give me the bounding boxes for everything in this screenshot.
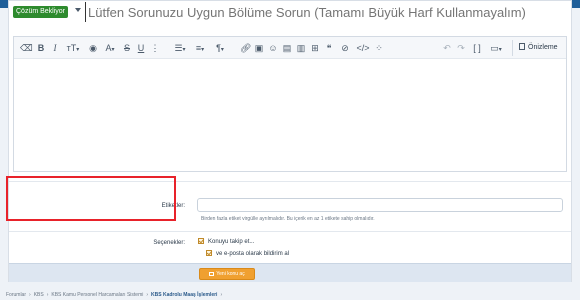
tags-input[interactable] — [197, 198, 563, 212]
edit-icon — [209, 272, 215, 276]
more-icon[interactable]: ⁘ — [374, 42, 384, 54]
breadcrumb-item[interactable]: KBS — [34, 292, 44, 298]
breadcrumb-separator: › — [146, 292, 149, 298]
font-icon[interactable]: A▾ — [102, 42, 118, 54]
align-icon[interactable]: ≡▾ — [192, 42, 208, 54]
email-label: ve e-posta olarak bildirim al — [216, 251, 290, 257]
image-icon[interactable]: ▣ — [254, 42, 264, 54]
bold-icon[interactable]: B — [36, 42, 46, 54]
media-icon[interactable]: ▤ — [282, 42, 292, 54]
editor-content-area[interactable] — [14, 60, 566, 171]
thread-title-input[interactable] — [85, 2, 569, 22]
italic-icon[interactable]: I — [50, 42, 60, 54]
table-icon[interactable]: ⊞ — [310, 42, 320, 54]
watch-thread-option[interactable]: Konuyu takip et... — [198, 238, 254, 245]
drafts-icon[interactable]: ▭▾ — [488, 42, 504, 54]
rich-text-editor: ⌫ B I тT▾ ◉ A▾ S U ⋮ ☰▾ ≡▾ ¶▾ 🔗︎ ▣ ☺ ▤ ▥… — [13, 36, 567, 172]
bbcode-icon[interactable]: [ ] — [472, 42, 482, 54]
new-thread-form: Çözüm Bekliyor ⌫ B I тT▾ ◉ A▾ S U ⋮ ☰▾ ≡… — [8, 0, 572, 282]
paragraph-icon[interactable]: ¶▾ — [212, 42, 228, 54]
preview-button[interactable]: Önizleme — [512, 40, 562, 56]
code-icon[interactable]: </> — [356, 42, 370, 54]
smilie-icon[interactable]: ☺ — [268, 42, 278, 54]
link-icon[interactable]: 🔗︎ — [240, 42, 251, 54]
highlight-box — [6, 176, 176, 221]
underline-icon[interactable]: U — [136, 42, 146, 54]
prefix-badge[interactable]: Çözüm Bekliyor — [13, 6, 69, 18]
palette-icon[interactable]: ◉ — [88, 42, 98, 54]
options-label: Seçenekler: — [153, 240, 185, 246]
preview-label: Önizleme — [528, 44, 558, 51]
breadcrumb-separator: › — [29, 292, 31, 298]
title-row: Çözüm Bekliyor — [9, 1, 571, 25]
eraser-icon[interactable]: ⌫ — [20, 42, 33, 54]
submit-label: Yeni konu aç — [216, 271, 245, 277]
breadcrumb: Forumlar › KBS › KBS Kamu Personel Harcamala… — [6, 292, 225, 298]
editor-toolbar: ⌫ B I тT▾ ◉ A▾ S U ⋮ ☰▾ ≡▾ ¶▾ 🔗︎ ▣ ☺ ▤ ▥… — [14, 37, 566, 59]
email-checkbox[interactable] — [206, 250, 212, 256]
submit-bar: Yeni konu aç — [9, 263, 571, 282]
chevron-down-icon[interactable] — [75, 8, 81, 12]
watch-label: Konuyu takip et... — [208, 239, 255, 245]
breadcrumb-separator: › — [220, 292, 223, 298]
breadcrumb-item[interactable]: KBS Kamu Personel Harcamaları Sistemi — [51, 292, 143, 298]
redo-icon[interactable]: ↷ — [456, 42, 466, 54]
spoiler-icon[interactable]: ⊘ — [340, 42, 350, 54]
undo-icon[interactable]: ↶ — [442, 42, 452, 54]
document-icon — [519, 43, 525, 50]
create-thread-button[interactable]: Yeni konu aç — [199, 268, 255, 280]
strikethrough-icon[interactable]: S — [122, 42, 132, 54]
list-icon[interactable]: ☰▾ — [172, 42, 188, 54]
tags-hint: Birden fazla etiket virgülle ayrılmalıdı… — [201, 216, 375, 222]
gallery-icon[interactable]: ▥ — [296, 42, 306, 54]
breadcrumb-item[interactable]: Forumlar — [6, 292, 26, 298]
options-row — [9, 231, 571, 263]
breadcrumb-separator: › — [46, 292, 49, 298]
email-notify-option[interactable]: ve e-posta olarak bildirim al — [206, 250, 289, 257]
watch-checkbox[interactable] — [198, 238, 204, 244]
breadcrumb-item-current[interactable]: KBS Kadrolu Maaş İşlemleri — [151, 292, 217, 298]
more-text-icon[interactable]: ⋮ — [150, 42, 160, 54]
text-size-icon[interactable]: тT▾ — [64, 42, 82, 54]
quote-icon[interactable]: ❝ — [324, 42, 334, 54]
